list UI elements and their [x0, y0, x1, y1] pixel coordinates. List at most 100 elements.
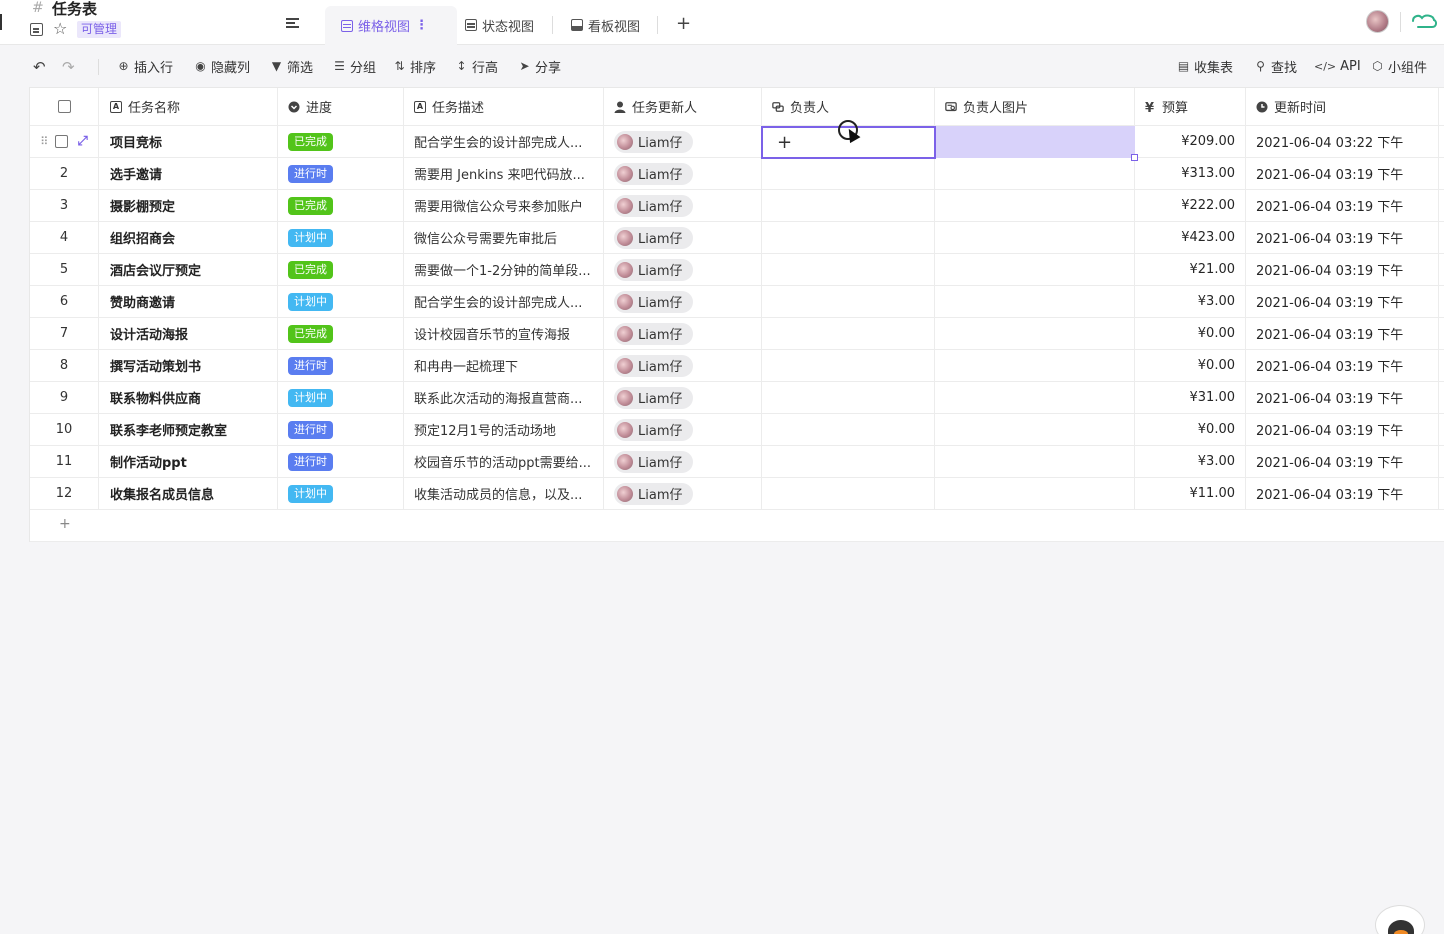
hide-columns-button[interactable]: ◉ 隐藏列: [194, 57, 250, 76]
table-row[interactable]: 9 联系物料供应商 计划中 联系此次活动的海报直营商... Liam仔 ¥31.00 202…: [30, 382, 1444, 414]
budget-cell[interactable]: ¥0.00: [1135, 350, 1246, 381]
drag-handle-icon[interactable]: ⠿: [40, 135, 48, 148]
progress-cell[interactable]: 进行时: [278, 158, 404, 189]
updater-cell[interactable]: Liam仔: [604, 286, 762, 317]
progress-cell[interactable]: 计划中: [278, 222, 404, 253]
budget-cell[interactable]: ¥0.00: [1135, 318, 1246, 349]
owner-cell[interactable]: [762, 414, 935, 445]
description-cell[interactable]: 需要用 Jenkins 来吧代码放...: [404, 158, 604, 189]
owner-image-cell[interactable]: [935, 446, 1135, 477]
column-header-owner-image[interactable]: 负责人图片: [935, 88, 1135, 125]
owner-image-cell[interactable]: [935, 254, 1135, 285]
progress-cell[interactable]: 已完成: [278, 190, 404, 221]
owner-image-cell[interactable]: [935, 382, 1135, 413]
redo-button[interactable]: ↷: [62, 58, 75, 76]
owner-cell[interactable]: [762, 382, 935, 413]
owner-cell[interactable]: [762, 318, 935, 349]
updater-cell[interactable]: Liam仔: [604, 126, 762, 157]
row-index-cell[interactable]: 11: [30, 446, 99, 477]
progress-cell[interactable]: 计划中: [278, 286, 404, 317]
updated-time-cell[interactable]: 2021-06-04 03:19 下午: [1246, 190, 1439, 221]
task-name-cell[interactable]: 设计活动海报: [99, 318, 278, 349]
column-header-progress[interactable]: 进度: [278, 88, 404, 125]
description-icon[interactable]: [30, 23, 43, 36]
budget-cell[interactable]: ¥423.00: [1135, 222, 1246, 253]
column-header-desc[interactable]: A 任务描述: [404, 88, 604, 125]
budget-cell[interactable]: ¥31.00: [1135, 382, 1246, 413]
updated-time-cell[interactable]: 2021-06-04 03:19 下午: [1246, 446, 1439, 477]
description-cell[interactable]: 校园音乐节的活动ppt需要给...: [404, 446, 604, 477]
description-cell[interactable]: 设计校园音乐节的宣传海报: [404, 318, 604, 349]
description-cell[interactable]: 配合学生会的设计部完成人...: [404, 286, 604, 317]
updated-time-cell[interactable]: 2021-06-04 03:22 下午: [1246, 126, 1439, 157]
page-title[interactable]: 任务表: [52, 0, 97, 19]
budget-cell[interactable]: ¥11.00: [1135, 478, 1246, 509]
row-checkbox[interactable]: [55, 135, 69, 148]
updater-cell[interactable]: Liam仔: [604, 478, 762, 509]
api-button[interactable]: </> API: [1314, 57, 1361, 75]
menu-icon[interactable]: [286, 18, 299, 28]
description-cell[interactable]: 需要做一个1-2分钟的简单段...: [404, 254, 604, 285]
task-name-cell[interactable]: 组织招商会: [99, 222, 278, 253]
progress-cell[interactable]: 进行时: [278, 446, 404, 477]
form-button[interactable]: ▤ 收集表: [1177, 57, 1233, 76]
budget-cell[interactable]: ¥0.00: [1135, 414, 1246, 445]
table-row[interactable]: 2 选手邀请 进行时 需要用 Jenkins 来吧代码放... Liam仔 ¥313.00…: [30, 158, 1444, 190]
description-cell[interactable]: 收集活动成员的信息，以及...: [404, 478, 604, 509]
expand-record-icon[interactable]: ⤢: [77, 134, 87, 149]
budget-cell[interactable]: ¥3.00: [1135, 446, 1246, 477]
description-cell[interactable]: 配合学生会的设计部完成人...: [404, 126, 604, 157]
description-cell[interactable]: 和冉冉一起梳理下: [404, 350, 604, 381]
tab-more-icon[interactable]: ⋮: [415, 18, 428, 33]
budget-cell[interactable]: ¥313.00: [1135, 158, 1246, 189]
owner-image-cell[interactable]: [935, 318, 1135, 349]
description-cell[interactable]: 微信公众号需要先审批后: [404, 222, 604, 253]
updater-cell[interactable]: Liam仔: [604, 350, 762, 381]
owner-cell[interactable]: [762, 158, 935, 189]
cloud-sync-icon[interactable]: [1410, 12, 1438, 30]
updated-time-cell[interactable]: 2021-06-04 03:19 下午: [1246, 318, 1439, 349]
search-button[interactable]: ⚲ 查找: [1254, 57, 1297, 76]
updater-cell[interactable]: Liam仔: [604, 382, 762, 413]
task-name-cell[interactable]: 摄影棚预定: [99, 190, 278, 221]
owner-image-cell[interactable]: [935, 222, 1135, 253]
table-row[interactable]: 12 收集报名成员信息 计划中 收集活动成员的信息，以及... Liam仔 ¥11.00 2…: [30, 478, 1444, 510]
task-name-cell[interactable]: 收集报名成员信息: [99, 478, 278, 509]
user-avatar[interactable]: [1366, 10, 1389, 33]
owner-image-cell[interactable]: [935, 478, 1135, 509]
progress-cell[interactable]: 已完成: [278, 254, 404, 285]
task-name-cell[interactable]: 制作活动ppt: [99, 446, 278, 477]
updated-time-cell[interactable]: 2021-06-04 03:19 下午: [1246, 414, 1439, 445]
row-index-cell[interactable]: 6: [30, 286, 99, 317]
row-index-cell[interactable]: 12: [30, 478, 99, 509]
progress-cell[interactable]: 计划中: [278, 478, 404, 509]
column-header-name[interactable]: A 任务名称: [99, 88, 278, 125]
owner-image-cell[interactable]: [935, 286, 1135, 317]
budget-cell[interactable]: ¥209.00: [1135, 126, 1246, 157]
task-name-cell[interactable]: 赞助商邀请: [99, 286, 278, 317]
task-name-cell[interactable]: 联系物料供应商: [99, 382, 278, 413]
table-row[interactable]: 5 酒店会议厅预定 已完成 需要做一个1-2分钟的简单段... Liam仔 ¥21.00 2…: [30, 254, 1444, 286]
budget-cell[interactable]: ¥222.00: [1135, 190, 1246, 221]
updated-time-cell[interactable]: 2021-06-04 03:19 下午: [1246, 254, 1439, 285]
star-icon[interactable]: ☆: [53, 19, 67, 38]
row-index-cell[interactable]: 10: [30, 414, 99, 445]
updater-cell[interactable]: Liam仔: [604, 158, 762, 189]
row-index-cell[interactable]: 2: [30, 158, 99, 189]
group-button[interactable]: ☰ 分组: [333, 57, 376, 76]
updated-time-cell[interactable]: 2021-06-04 03:19 下午: [1246, 158, 1439, 189]
description-cell[interactable]: 联系此次活动的海报直营商...: [404, 382, 604, 413]
owner-cell[interactable]: [762, 446, 935, 477]
owner-image-cell[interactable]: [935, 158, 1135, 189]
sort-button[interactable]: ⇅ 排序: [393, 57, 436, 76]
owner-image-cell[interactable]: [935, 190, 1135, 221]
owner-image-cell[interactable]: [935, 350, 1135, 381]
updated-time-cell[interactable]: 2021-06-04 03:19 下午: [1246, 478, 1439, 509]
owner-cell[interactable]: [762, 478, 935, 509]
updater-cell[interactable]: Liam仔: [604, 254, 762, 285]
updater-cell[interactable]: Liam仔: [604, 414, 762, 445]
row-index-cell[interactable]: 3: [30, 190, 99, 221]
help-mascot-button[interactable]: [1375, 905, 1425, 934]
row-index-cell[interactable]: ⠿ ⤢: [30, 126, 99, 157]
progress-cell[interactable]: 已完成: [278, 126, 404, 157]
